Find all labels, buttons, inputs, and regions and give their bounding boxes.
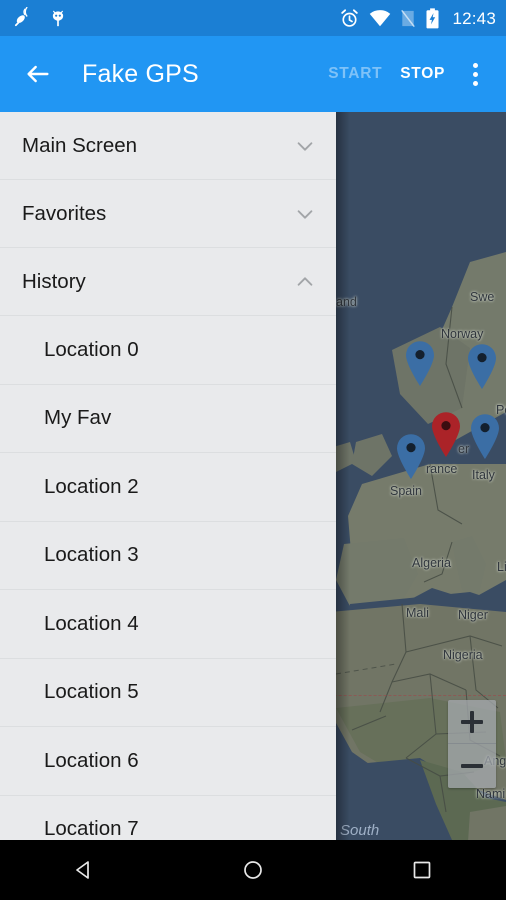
phone-screen: 12:43 and Swe Norway P er rance Spain It… <box>0 0 506 900</box>
map-country-label: and <box>336 295 357 309</box>
history-item-label: Location 6 <box>44 748 139 772</box>
overflow-dot <box>472 71 478 77</box>
map-country-label: Italy <box>472 468 495 482</box>
marker-blue-4[interactable] <box>403 340 437 386</box>
marker-blue-3[interactable] <box>468 413 502 459</box>
drawer-group-history[interactable]: History <box>0 248 336 316</box>
map-country-label: Nigeria <box>443 648 483 662</box>
history-item[interactable]: Location 0 <box>0 316 336 385</box>
map-country-label: Norway <box>441 327 484 341</box>
nav-home-icon <box>244 861 262 879</box>
map-country-label: Niger <box>458 608 488 622</box>
marker-blue-1[interactable] <box>394 433 428 479</box>
wifi-icon <box>370 10 391 27</box>
history-item-label: My Fav <box>44 406 112 430</box>
drawer-group-label: Favorites <box>22 201 107 225</box>
map-country-label: Algeria <box>412 556 451 570</box>
marker-red-selected[interactable] <box>429 411 463 457</box>
chevron-up-icon <box>297 276 313 286</box>
history-item[interactable]: Location 7 <box>0 795 336 840</box>
history-item-label: Location 0 <box>44 337 139 361</box>
zoom-in-button[interactable] <box>448 700 496 744</box>
signal-off-icon <box>401 9 416 27</box>
alarm-icon <box>341 8 359 27</box>
back-button[interactable] <box>20 56 56 92</box>
map-country-label: Nami <box>476 787 506 801</box>
navigation-drawer[interactable]: Main Screen Favorites History Location 0… <box>0 112 336 840</box>
map-country-label: Lib <box>497 560 506 574</box>
app-bar: Fake GPS START STOP <box>0 36 506 112</box>
history-list[interactable]: Location 0 My Fav Location 2 Location 3 Loca… <box>0 316 336 840</box>
plus-icon-v <box>470 710 474 733</box>
drawer-group-label: History <box>22 269 86 293</box>
arrow-back-icon <box>27 65 49 83</box>
status-bar-clock: 12:43 <box>452 8 496 28</box>
nav-back-button[interactable] <box>44 840 124 900</box>
history-item[interactable]: Location 6 <box>0 727 336 796</box>
overflow-dot <box>472 62 478 68</box>
chevron-down-icon <box>297 141 313 151</box>
page-title: Fake GPS <box>82 59 199 88</box>
system-navigation-bar[interactable] <box>0 840 506 900</box>
status-bar-right-icons: 12:43 <box>339 7 496 29</box>
ocean-label-south: South <box>340 822 380 839</box>
map-country-label: rance <box>426 462 458 476</box>
nav-recents-icon <box>413 861 430 879</box>
drawer-group-label: Main Screen <box>22 133 138 157</box>
minus-icon <box>461 764 483 768</box>
history-item[interactable]: Location 2 <box>0 453 336 522</box>
history-item[interactable]: Location 5 <box>0 658 336 727</box>
map-country-label: Swe <box>470 290 495 304</box>
history-item-label: Location 4 <box>44 611 139 635</box>
zoom-out-button[interactable] <box>448 744 496 788</box>
bug-icon <box>52 10 64 27</box>
history-item-label: Location 3 <box>44 543 139 567</box>
marker-blue-2[interactable] <box>465 343 499 389</box>
history-item[interactable]: Location 4 <box>0 590 336 659</box>
history-item[interactable]: My Fav <box>0 384 336 453</box>
nav-back-icon <box>76 861 90 879</box>
status-bar-left-icons <box>12 7 68 29</box>
status-bar: 12:43 <box>0 0 506 36</box>
drawer-group-favorites[interactable]: Favorites <box>0 180 336 248</box>
start-button[interactable]: START <box>319 59 391 89</box>
overflow-dot <box>472 80 478 86</box>
nav-recents-button[interactable] <box>382 840 462 900</box>
map-country-label: Mali <box>406 606 429 620</box>
satellite-icon <box>14 7 28 27</box>
history-item-label: Location 7 <box>44 817 139 840</box>
zoom-controls[interactable] <box>448 700 496 788</box>
history-item-label: Location 5 <box>44 680 139 704</box>
history-item[interactable]: Location 3 <box>0 521 336 590</box>
map-country-label: Spain <box>390 484 422 498</box>
battery-charging-icon <box>426 7 439 28</box>
more-vert-icon[interactable] <box>458 54 492 94</box>
chevron-down-icon <box>297 209 313 219</box>
nav-home-button[interactable] <box>213 840 293 900</box>
drawer-group-main-screen[interactable]: Main Screen <box>0 112 336 180</box>
stop-button[interactable]: STOP <box>391 59 454 89</box>
history-item-label: Location 2 <box>44 474 139 498</box>
